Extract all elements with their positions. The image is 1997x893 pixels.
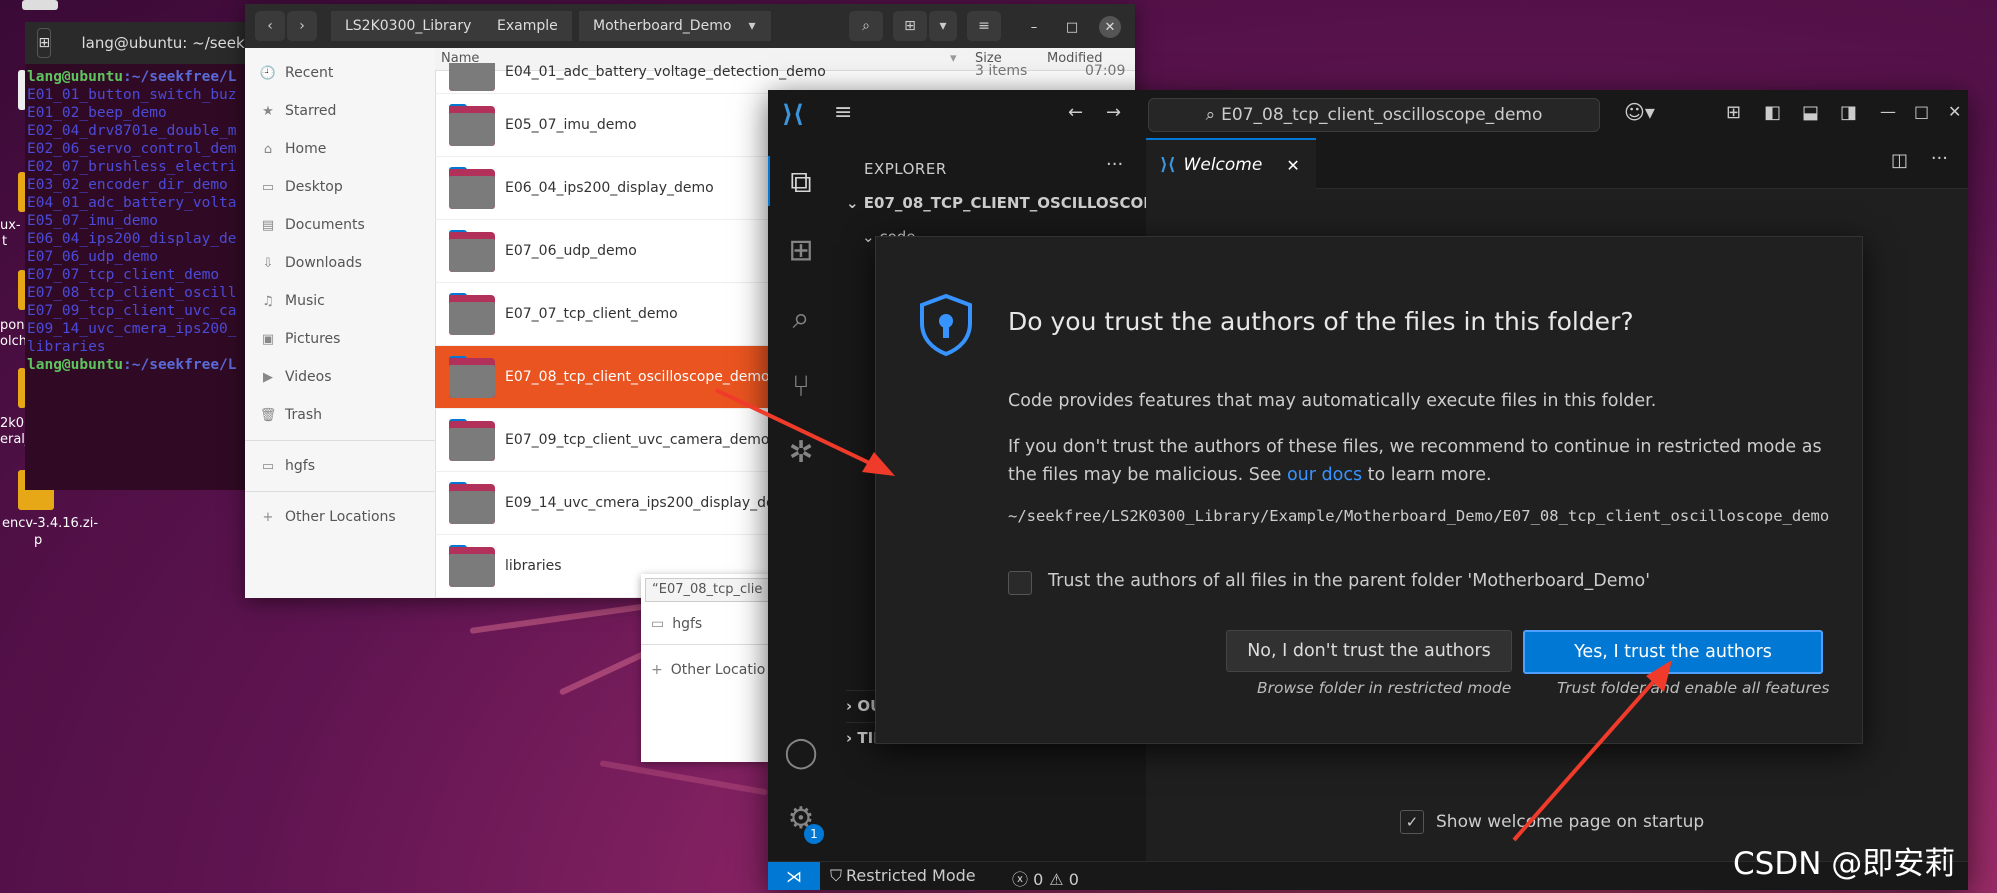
annotation-arrow — [1512, 670, 1664, 842]
annotation-arrow — [715, 388, 881, 470]
annotation-arrowhead — [862, 452, 895, 476]
watermark: CSDN @即安莉 — [1733, 846, 1956, 882]
annotation-arrows — [715, 388, 1672, 842]
